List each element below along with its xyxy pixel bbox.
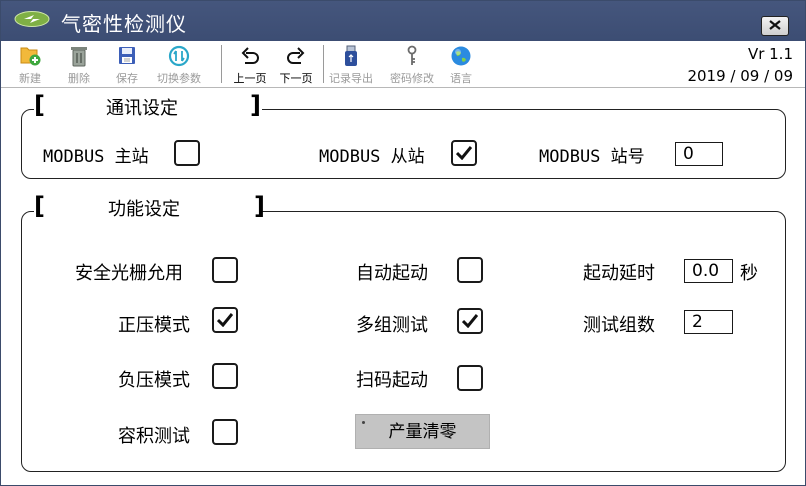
title-bar[interactable]: 气密性检测仪 [1,1,805,41]
toolbar-separator [323,45,324,83]
app-window: 气密性检测仪 新建 删除 保存 切换参数 上一页 下一页 记录导出 密码修改 语… [0,0,806,486]
toolbar-separator [221,45,222,83]
toolbar-export-records-button[interactable]: 记录导出 [326,45,376,86]
multi-group-test-checkbox[interactable] [457,308,483,334]
modbus-slave-checkbox[interactable] [451,140,477,166]
auto-start-checkbox[interactable] [457,257,483,283]
auto-start-label: 自动起动 [356,263,428,284]
scan-start-checkbox[interactable] [457,365,483,391]
volume-test-label: 容积测试 [118,426,190,447]
scan-start-label: 扫码起动 [356,370,428,391]
toolbar-switch-params-button[interactable]: 切换参数 [153,45,205,86]
toolbar-delete-label: 删除 [68,72,90,85]
close-icon [769,20,781,30]
date-text: 2019 / 09 / 09 [687,67,793,85]
toolbar-next-page-button[interactable]: 下一页 [273,45,319,86]
toolbar-prev-page-label: 上一页 [233,72,267,85]
usb-drive-icon [345,45,357,66]
safety-curtain-label: 安全光栅允用 [75,263,183,284]
close-button[interactable] [761,16,789,36]
start-delay-label: 起动延时 [583,263,655,284]
modbus-station-label: MODBUS 站号 [539,147,645,167]
toolbar-language-label: 语言 [450,72,472,85]
positive-pressure-label: 正压模式 [118,315,190,336]
toolbar-save-label: 保存 [116,72,138,85]
safety-curtain-checkbox[interactable] [212,257,238,283]
redo-arrow-icon [287,47,305,64]
negative-pressure-label: 负压模式 [118,370,190,391]
undo-arrow-icon [241,47,259,64]
key-icon [407,45,417,65]
modbus-master-checkbox[interactable] [174,140,200,166]
toolbar-save-button[interactable]: 保存 [104,45,150,86]
function-settings-title: [ 功能设定 ] [34,192,265,222]
toolbar-change-password-button[interactable]: 密码修改 [386,45,438,86]
globe-icon [451,46,471,66]
checkmark-icon [456,146,472,160]
clear-output-button[interactable]: 产量清零 [355,414,490,449]
toolbar-new-button[interactable]: 新建 [7,45,53,86]
toolbar-export-records-label: 记录导出 [329,72,373,85]
modbus-station-input[interactable]: 0 [675,142,723,166]
function-settings-title-text: 功能设定 [108,199,180,220]
start-delay-unit: 秒 [740,263,758,284]
save-disk-icon [119,47,135,64]
test-group-count-input[interactable]: 2 [684,310,733,334]
clear-output-label: 产量清零 [388,422,457,442]
toolbar: 新建 删除 保存 切换参数 上一页 下一页 记录导出 密码修改 语言 Vr 1.… [1,41,805,87]
comm-settings-title-text: 通讯设定 [106,98,178,119]
version-info: Vr 1.1 2019 / 09 / 09 [687,43,793,87]
volume-test-checkbox[interactable] [212,419,238,445]
start-delay-input[interactable]: 0.0 [684,259,733,283]
checkmark-icon [462,314,478,328]
multi-group-test-label: 多组测试 [356,315,428,336]
positive-pressure-checkbox[interactable] [212,307,238,333]
toolbar-delete-button[interactable]: 删除 [56,45,102,86]
toolbar-change-password-label: 密码修改 [390,72,434,85]
trash-icon [71,47,87,67]
app-logo-icon [14,11,50,27]
version-text: Vr 1.1 [747,45,793,63]
modbus-master-label: MODBUS 主站 [43,147,149,167]
comm-settings-title: [ 通讯设定 ] [34,91,262,121]
toolbar-language-button[interactable]: 语言 [438,45,484,86]
new-file-icon [20,47,41,66]
modbus-slave-label: MODBUS 从站 [319,147,425,167]
toolbar-switch-params-label: 切换参数 [157,72,201,85]
toolbar-divider [1,87,805,88]
test-group-count-label: 测试组数 [583,315,655,336]
toolbar-new-label: 新建 [19,72,41,85]
checkmark-icon [217,313,233,327]
negative-pressure-checkbox[interactable] [212,363,238,389]
switch-params-icon [168,45,190,67]
toolbar-prev-page-button[interactable]: 上一页 [227,45,273,86]
window-title: 气密性检测仪 [61,12,187,36]
toolbar-next-page-label: 下一页 [279,72,313,85]
